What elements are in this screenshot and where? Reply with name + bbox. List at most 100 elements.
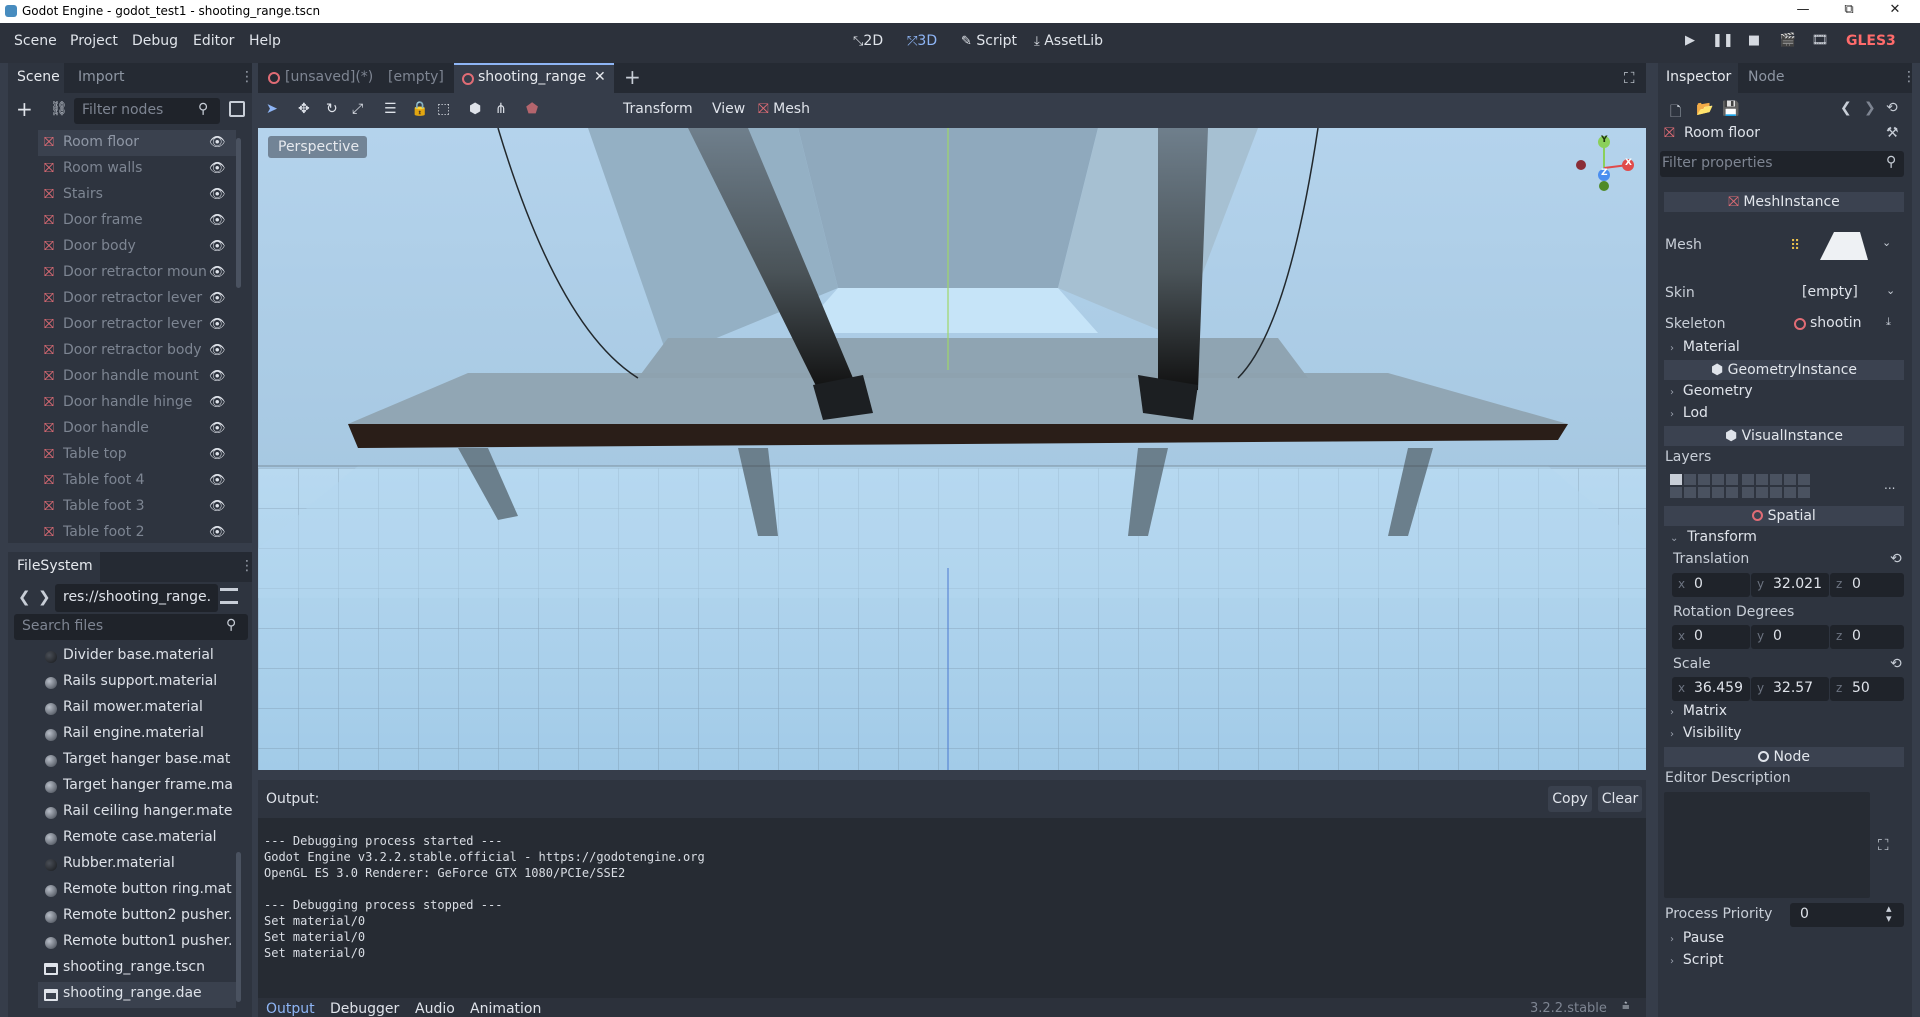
view-menu[interactable]: View xyxy=(712,101,745,117)
skin-resource-picker[interactable]: [empty] ⌄ xyxy=(1784,281,1904,305)
inspector-menu-icon[interactable]: ⋮ xyxy=(1902,69,1916,85)
tab-import[interactable]: Import xyxy=(78,69,124,85)
scene-tree-node[interactable]: ⛝ Door body 👁 xyxy=(38,234,236,260)
visibility-eye-icon[interactable]: 👁 xyxy=(209,369,226,385)
scene-tree-node[interactable]: ⛝ Room floor 👁 xyxy=(38,130,236,156)
matrix-section[interactable]: › Matrix xyxy=(1670,703,1727,719)
visibility-eye-icon[interactable]: 👁 xyxy=(209,473,226,489)
file-item[interactable]: shooting_range.dae xyxy=(38,982,236,1008)
translation-z-field[interactable]: z0 xyxy=(1830,573,1904,597)
filesystem-scrollbar[interactable] xyxy=(236,852,241,1002)
clear-path-icon[interactable]: ⤓ xyxy=(1886,315,1891,329)
visibility-eye-icon[interactable]: 👁 xyxy=(209,135,226,151)
list-select-icon[interactable]: ☰ xyxy=(384,101,397,117)
play-scene-icon[interactable]: 🎬 xyxy=(1778,33,1798,53)
menu-editor[interactable]: Editor xyxy=(193,33,234,49)
visibility-section[interactable]: › Visibility xyxy=(1670,725,1742,741)
lock-icon[interactable]: 🔒 xyxy=(411,101,428,117)
tab-node[interactable]: Node xyxy=(1748,69,1785,85)
save-resource-icon[interactable]: 💾 xyxy=(1722,101,1739,117)
scene-tree-node[interactable]: ⛝ Room walls 👁 xyxy=(38,156,236,182)
forward-icon[interactable]: ❯ xyxy=(38,588,51,606)
scene-tree-node[interactable]: ⛝ Table foot 2 👁 xyxy=(38,520,236,538)
layer-cell[interactable] xyxy=(1756,474,1768,485)
visibility-eye-icon[interactable]: 👁 xyxy=(209,421,226,437)
rotate-tool-icon[interactable]: ↻ xyxy=(326,101,338,117)
visibility-eye-icon[interactable]: 👁 xyxy=(209,213,226,229)
split-mode-icon[interactable] xyxy=(220,588,238,604)
file-item[interactable]: Target hanger base.mat xyxy=(38,748,236,774)
file-item[interactable]: Rubber.material xyxy=(38,852,236,878)
layer-cell[interactable] xyxy=(1698,487,1710,498)
file-item[interactable]: shooting_range.tscn xyxy=(38,956,236,982)
tab-animation[interactable]: Animation xyxy=(470,1001,541,1017)
tab-debugger[interactable]: Debugger xyxy=(330,1001,399,1017)
mesh-menu[interactable]: ⛝ Mesh xyxy=(758,101,810,117)
history-back-icon[interactable]: ❮ xyxy=(1840,100,1852,116)
layer-cell[interactable] xyxy=(1756,487,1768,498)
close-window-button[interactable]: ✕ xyxy=(1872,2,1918,22)
object-tools-icon[interactable]: ⚒ xyxy=(1886,125,1899,141)
file-item[interactable]: Remote case.material xyxy=(38,826,236,852)
file-item[interactable]: Remote button1 pusher. xyxy=(38,930,236,956)
rotation-y-field[interactable]: y0 xyxy=(1751,625,1829,649)
layer-cell[interactable] xyxy=(1784,474,1796,485)
menu-help[interactable]: Help xyxy=(249,33,281,49)
visibility-eye-icon[interactable]: 👁 xyxy=(209,395,226,411)
filter-nodes-field[interactable]: Filter nodes ⚲ xyxy=(74,98,220,124)
mode-assetlib-button[interactable]: ⤓ AssetLib xyxy=(1034,33,1103,49)
local-space-icon[interactable]: ⬢ xyxy=(469,101,481,117)
perspective-menu[interactable]: Perspective xyxy=(268,136,368,158)
layer-cell[interactable] xyxy=(1684,487,1696,498)
visibility-eye-icon[interactable]: 👁 xyxy=(209,447,226,463)
scene-tree-node[interactable]: ⛝ Door retractor moun 👁 xyxy=(38,260,236,286)
layer-cell[interactable] xyxy=(1742,487,1754,498)
translation-y-field[interactable]: y 32.021 xyxy=(1751,573,1829,597)
copy-button[interactable]: Copy xyxy=(1548,786,1592,812)
file-item[interactable]: Rail engine.material xyxy=(38,722,236,748)
scene-tree-node[interactable]: ⛝ Door handle mount 👁 xyxy=(38,364,236,390)
3d-viewport[interactable]: Perspective Y X Z xyxy=(258,128,1646,770)
back-icon[interactable]: ❮ xyxy=(18,588,31,606)
rotation-z-field[interactable]: z0 xyxy=(1830,625,1904,649)
expand-icon[interactable]: ⛶ xyxy=(1878,836,1889,854)
maximize-button[interactable]: ⧉ xyxy=(1826,2,1872,22)
file-item[interactable]: Divider base.material xyxy=(38,644,236,670)
filesystem-menu-icon[interactable]: ⋮ xyxy=(240,558,254,574)
scene-tree-node[interactable]: ⛝ Table top 👁 xyxy=(38,442,236,468)
material-section[interactable]: › Material xyxy=(1670,339,1740,355)
revert-scale-icon[interactable]: ⟲ xyxy=(1890,656,1902,672)
layer-cell[interactable] xyxy=(1712,474,1724,485)
layer-cell[interactable] xyxy=(1784,487,1796,498)
filter-properties-field[interactable]: Filter properties ⚲ xyxy=(1660,151,1904,177)
transform-menu[interactable]: Transform xyxy=(623,101,693,117)
scale-y-field[interactable]: y 32.57 xyxy=(1751,677,1829,701)
mode-script-button[interactable]: ✎ Script xyxy=(961,33,1017,49)
move-tool-icon[interactable]: ✥ xyxy=(298,101,310,117)
scene-tab-empty[interactable]: [empty] xyxy=(380,63,450,93)
tab-filesystem[interactable]: FileSystem xyxy=(17,558,93,574)
layer-cell[interactable] xyxy=(1698,474,1710,485)
spin-arrows-icon[interactable]: ▴ ▾ xyxy=(1886,903,1892,924)
layer-cell[interactable] xyxy=(1770,474,1782,485)
layers-grid[interactable] xyxy=(1670,474,1822,500)
visibility-eye-icon[interactable]: 👁 xyxy=(209,239,226,255)
layer-cell[interactable] xyxy=(1670,474,1682,485)
visibility-eye-icon[interactable]: 👁 xyxy=(209,525,226,538)
visibility-eye-icon[interactable]: 👁 xyxy=(209,291,226,307)
layer-cell[interactable] xyxy=(1770,487,1782,498)
layer-cell[interactable] xyxy=(1684,474,1696,485)
distraction-free-icon[interactable]: ⛶ xyxy=(1624,69,1635,87)
output-log[interactable]: --- Debugging process started --- Godot E… xyxy=(258,818,1646,998)
scene-tree-node[interactable]: ⛝ Door handle 👁 xyxy=(38,416,236,442)
visibility-eye-icon[interactable]: 👁 xyxy=(209,343,226,359)
skeleton-node-path[interactable]: shootin ⤓ xyxy=(1784,312,1904,336)
add-tab-icon[interactable]: + xyxy=(624,65,641,89)
process-priority-spinbox[interactable]: 0 ▴ ▾ xyxy=(1790,903,1904,927)
tab-audio[interactable]: Audio xyxy=(415,1001,455,1017)
file-item[interactable]: Rail mower.material xyxy=(38,696,236,722)
mesh-resource-picker[interactable]: ⠿ ⌄ xyxy=(1784,224,1896,268)
pin-bottom-panel-icon[interactable]: ⩮ xyxy=(1622,999,1630,1014)
group-icon[interactable]: ⬚ xyxy=(437,101,450,117)
scene-tab-shooting-range[interactable]: shooting_range ✕ xyxy=(454,63,614,93)
